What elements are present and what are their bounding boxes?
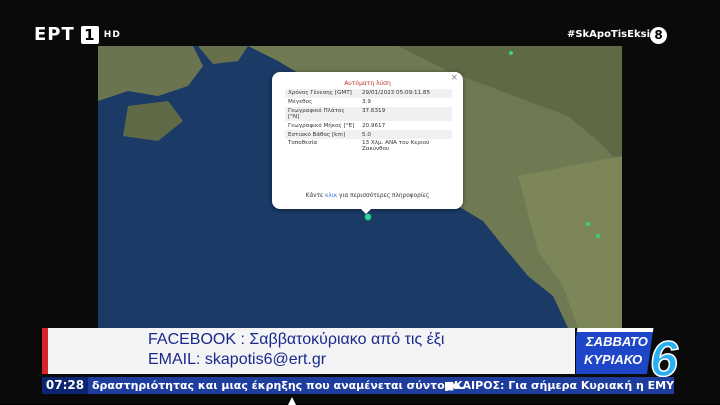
channel-number: 1 <box>80 25 99 44</box>
facebook-line: FACEBOOK : Σαββατοκύριακο από τις έξι <box>148 331 445 348</box>
ticker-text: δραστηριότητας και μιας έκρηξης που αναμ… <box>92 379 465 392</box>
ticker-separator: ■ <box>444 379 455 392</box>
show-logo-number: 6 <box>650 331 679 380</box>
more-suffix: για περισσότερες πληροφορίες <box>337 193 430 199</box>
row-value: 13 Χλμ. ΑΝΑ του Κεριού Ζακύνθου <box>362 140 430 153</box>
table-row: Χρόνος Γένεσης [GMT] 29/01/2023 05:09:11… <box>285 89 452 98</box>
age-rating-badge: 8 <box>650 27 667 44</box>
show-logo-line2: ΚΥΡΙΑΚΟ <box>584 352 642 367</box>
popup-title: Αυτόματη λύση <box>344 80 391 87</box>
more-info-link[interactable]: κλικ <box>325 193 337 199</box>
channel-name: ΕΡΤ <box>34 24 75 45</box>
show-logo: ΣΑΒΒΑΤΟ ΚΥΡΙΑΚΟ 6 <box>576 328 680 380</box>
earthquake-info-popup: × Αυτόματη λύση Χρόνος Γένεσης [GMT] 29/… <box>272 72 463 214</box>
row-label: Γεωγραφικό Πλάτος [°N] <box>285 106 359 122</box>
ticker-clock: 07:28 <box>42 377 88 394</box>
row-label: Εστιακό Βάθος [km] <box>285 130 359 139</box>
table-row: Μέγεθος 3.9 <box>285 98 452 107</box>
row-label: Γεωγραφικό Μήκος [°E] <box>288 122 355 129</box>
row-label: Χρόνος Γένεσης [GMT] <box>285 89 359 98</box>
ticker-weather-text: ΚΑΙΡΟΣ: Για σήμερα Κυριακή η ΕΜΥ <box>454 379 674 392</box>
row-value: 20.9617 <box>362 122 386 129</box>
more-info-text: Κάντε κλικ για περισσότερες πληροφορίες <box>272 193 463 199</box>
lower-third-banner: FACEBOOK : Σαββατοκύριακο από τις έξι EM… <box>42 328 575 374</box>
hd-badge: HD <box>103 29 121 40</box>
row-label: Μέγεθος <box>288 99 313 106</box>
popup-pointer <box>360 208 372 214</box>
more-prefix: Κάντε <box>305 193 325 199</box>
show-hashtag: #SkApoTisEksi <box>566 29 650 40</box>
show-logo-line1: ΣΑΒΒΑΤΟ <box>585 334 648 349</box>
row-label: Τοποθεσία <box>288 140 318 147</box>
news-ticker: 07:28 δραστηριότητας και μιας έκρηξης πο… <box>42 377 674 394</box>
row-value: 3.9 <box>362 99 371 106</box>
table-row: Τοποθεσία 13 Χλμ. ΑΝΑ του Κεριού Ζακύνθο… <box>285 139 452 154</box>
row-value: 29/01/2023 05:09:11.85 <box>359 89 452 98</box>
earthquake-details-table: Χρόνος Γένεσης [GMT] 29/01/2023 05:09:11… <box>285 89 452 154</box>
epicenter-marker <box>364 213 372 221</box>
table-row: Γεωγραφικό Πλάτος [°N] 37.6319 <box>285 106 452 122</box>
email-line: EMAIL: skapotis6@ert.gr <box>148 351 327 368</box>
row-value: 5.0 <box>359 130 452 139</box>
tv-frame: ΕΡΤ 1 HD #SkApoTisEksi 8 × Αυτόματη λύση… <box>0 0 720 405</box>
channel-logo: ΕΡΤ 1 HD <box>34 24 121 45</box>
row-value: 37.6319 <box>359 106 452 122</box>
table-row: Εστιακό Βάθος [km] 5.0 <box>285 130 452 139</box>
table-row: Γεωγραφικό Μήκος [°E] 20.9617 <box>285 121 452 130</box>
